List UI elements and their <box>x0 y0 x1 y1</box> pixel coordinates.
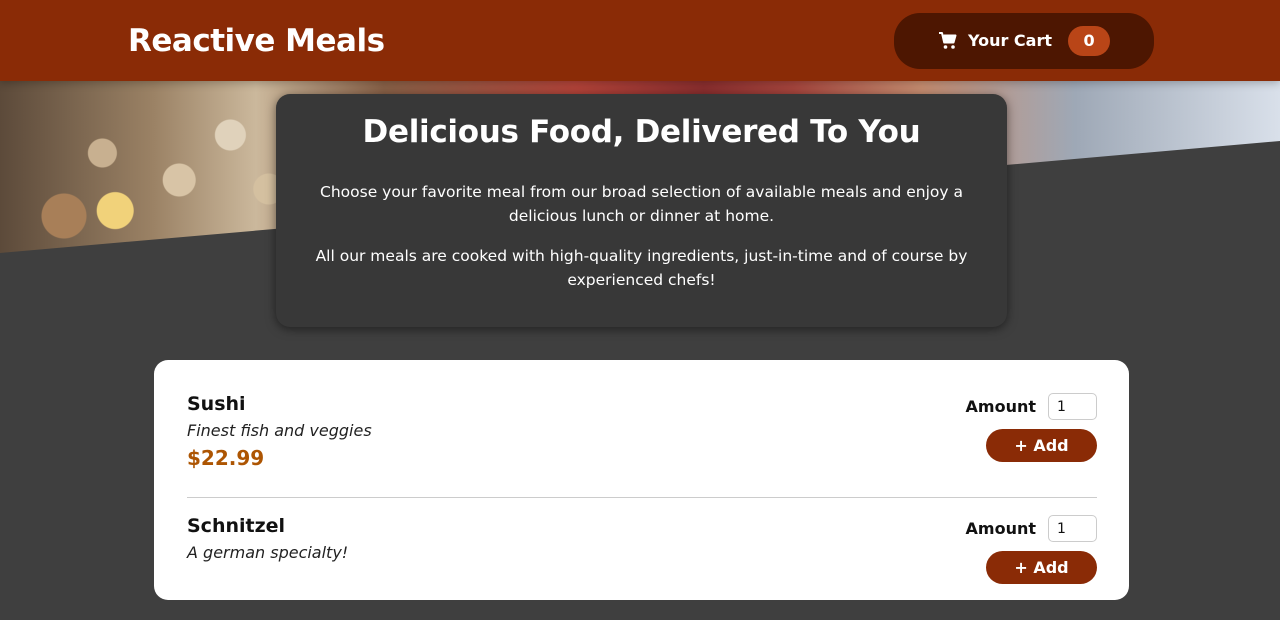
meal-name: Sushi <box>187 393 246 415</box>
summary-title: Delicious Food, Delivered To You <box>362 114 921 150</box>
summary-paragraph: All our meals are cooked with high-quali… <box>315 247 968 289</box>
meal-description: A german specialty! <box>187 543 349 562</box>
app-header: Reactive Meals Your Cart 0 <box>0 0 1280 81</box>
meal-price: $22.99 <box>187 446 265 470</box>
summary-paragraph: Choose your favorite meal from our broad… <box>320 183 963 225</box>
meal-add-form: Amount + Add <box>966 393 1097 497</box>
amount-label: Amount <box>965 397 1036 416</box>
meal-add-form: Amount + Add <box>966 515 1097 620</box>
meal-description: Finest fish and veggies <box>187 421 372 440</box>
add-to-cart-button[interactable]: + Add <box>986 429 1097 462</box>
meal-info: Schnitzel A german specialty! <box>187 515 348 620</box>
meal-item: Sushi Finest fish and veggies $22.99 Amo… <box>187 376 1097 498</box>
meals-summary: Delicious Food, Delivered To You Choose … <box>276 94 1007 327</box>
meal-name: Schnitzel <box>187 515 286 537</box>
meal-item: Schnitzel A german specialty! Amount + A… <box>187 498 1097 620</box>
available-meals: Sushi Finest fish and veggies $22.99 Amo… <box>154 360 1129 600</box>
cart-label: Your Cart <box>967 31 1053 50</box>
add-to-cart-button[interactable]: + Add <box>986 551 1097 584</box>
amount-input[interactable] <box>1048 393 1097 420</box>
cart-count-badge: 0 <box>1068 25 1111 56</box>
amount-label: Amount <box>965 519 1036 538</box>
meal-info: Sushi Finest fish and veggies $22.99 <box>187 393 372 497</box>
amount-input[interactable] <box>1048 515 1097 542</box>
brand-title: Reactive Meals <box>128 22 385 59</box>
cart-button[interactable]: Your Cart 0 <box>894 12 1154 69</box>
cart-icon <box>938 31 958 51</box>
